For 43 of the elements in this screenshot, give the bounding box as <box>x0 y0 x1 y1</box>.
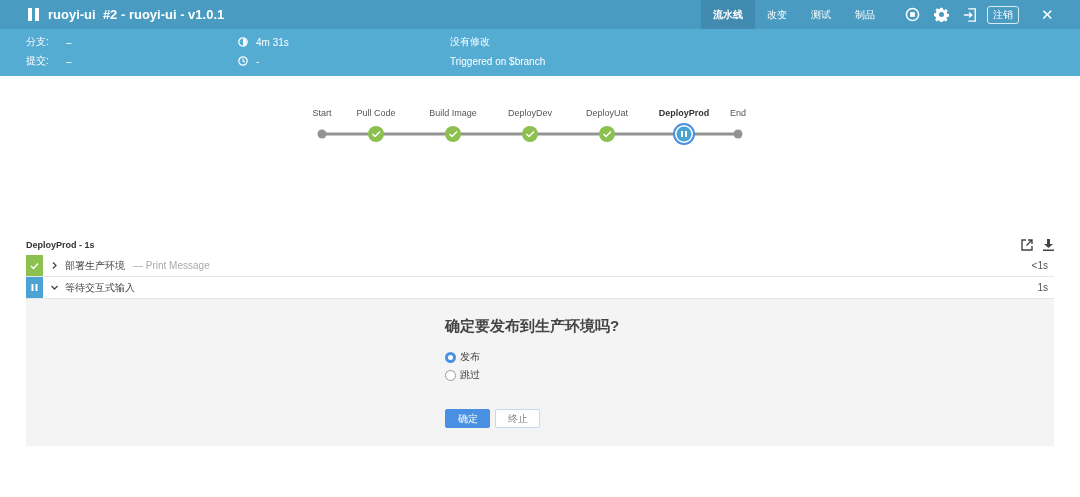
stage-label[interactable]: DeployDev <box>508 108 552 118</box>
step-row[interactable]: 部署生产环境 — Print Message <1s <box>26 255 1054 277</box>
clock-icon <box>238 56 248 66</box>
step-title: 部署生产环境 <box>65 258 125 273</box>
radio-option[interactable]: 发布 <box>445 350 635 364</box>
success-icon[interactable] <box>445 126 461 142</box>
stage-label[interactable]: DeployProd <box>658 108 710 118</box>
stage-label[interactable]: DeployUat <box>586 108 628 118</box>
abort-button[interactable]: 终止 <box>495 409 540 428</box>
stage-label[interactable]: Pull Code <box>356 108 396 118</box>
chevron-icon[interactable] <box>51 262 58 269</box>
step-detail: — Print Message <box>133 260 210 271</box>
commit-label: 提交: <box>26 54 50 68</box>
success-icon[interactable] <box>368 126 384 142</box>
stage-label[interactable]: Start <box>312 108 332 118</box>
nav-tab[interactable]: 流水线 <box>701 0 755 29</box>
branch-value: – <box>66 36 72 48</box>
open-external-icon[interactable] <box>1021 239 1033 251</box>
stage-label[interactable]: End <box>730 108 746 118</box>
stop-icon[interactable] <box>905 7 920 22</box>
step-duration: <1s <box>1031 260 1049 271</box>
duration-value: 4m 31s <box>256 36 289 48</box>
radio-option[interactable]: 跳过 <box>445 368 635 382</box>
branch-label: 分支: <box>26 35 50 49</box>
step-title: 等待交互式输入 <box>65 280 135 295</box>
sign-in-icon[interactable] <box>963 7 977 22</box>
success-icon[interactable] <box>522 126 538 142</box>
stage-label[interactable]: Build Image <box>429 108 477 118</box>
stage-title: DeployProd - 1s <box>26 240 95 250</box>
input-question: 确定要发布到生产环境吗? <box>445 317 621 336</box>
duration-icon <box>238 37 248 47</box>
commit-value: – <box>66 55 72 67</box>
step-duration: 1s <box>1037 282 1049 293</box>
step-row[interactable]: 等待交互式输入 1s <box>26 277 1054 299</box>
start-time: - <box>256 55 260 67</box>
chevron-icon[interactable] <box>51 284 58 291</box>
settings-icon[interactable] <box>934 7 949 22</box>
download-icon[interactable] <box>1043 239 1054 251</box>
trigger-text: Triggered on $branch <box>450 55 546 67</box>
success-icon[interactable] <box>599 126 615 142</box>
run-title: ruoyi-ui #2 - ruoyi-ui - v1.0.1 <box>48 7 225 22</box>
paused-icon[interactable] <box>673 123 695 145</box>
changes-text: 没有修改 <box>450 35 490 49</box>
